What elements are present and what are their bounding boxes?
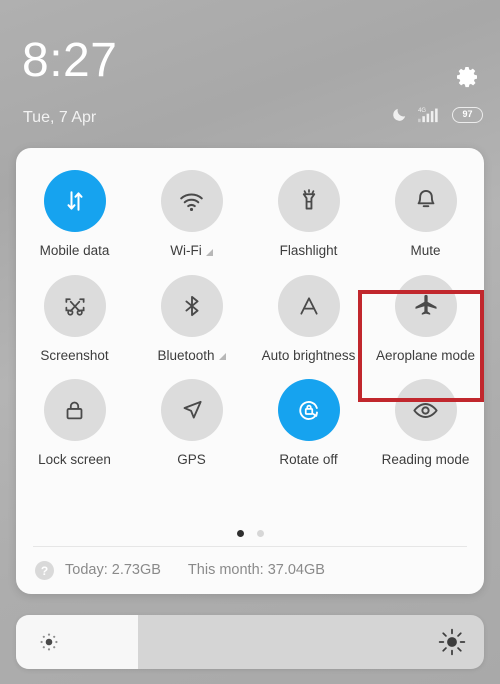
tile-icon-container [160,170,223,232]
tile-mute[interactable]: Mute [367,170,484,258]
tile-icon-container [277,274,340,337]
tile-icon-container [160,274,223,337]
tile-label-row: Mute [410,244,440,258]
chevron-expand-icon[interactable] [205,248,213,256]
tile-label-row: Rotate off [279,453,337,467]
status-header: 8:27 Tue, 7 Apr 4G 97 [0,0,500,148]
divider [33,546,467,547]
scissors-icon [64,297,85,316]
data-transfer-icon [66,191,83,211]
tile-icon-container [277,170,340,232]
battery-indicator: 97 [452,106,483,123]
tile-flashlight[interactable]: Flashlight [250,170,367,258]
letter-a-icon [299,296,318,315]
brightness-slider-fill [16,615,138,669]
tile-label-row: Mobile data [40,244,110,258]
network-type-label: 4G [418,108,426,114]
brightness-high-icon [438,628,466,656]
tile-auto-brightness[interactable]: Auto brightness [250,274,367,363]
flashlight-icon [302,189,315,210]
tile-icon-container [394,379,457,441]
tile-label-row: Aeroplane mode [375,347,476,363]
data-usage-month: This month: 37.04GB [187,562,325,579]
tile-icon-container [43,274,106,337]
tile-label: GPS [177,452,206,467]
tile-mobile-data[interactable]: Mobile data [16,170,133,258]
tile-reading-mode[interactable]: Reading mode [367,379,484,467]
brightness-low-icon [37,630,61,654]
chevron-expand-icon[interactable] [218,353,226,361]
tile-screenshot[interactable]: Screenshot [16,274,133,363]
tile-label: Mobile data [39,243,110,258]
tile-label-row: Wi-Fi [170,243,213,258]
tile-label: Rotate off [279,452,338,467]
data-usage-row: ? Today: 2.73GB This month: 37.04GB [35,561,325,580]
tile-aeroplane-mode[interactable]: Aeroplane mode [367,274,484,363]
tile-label: Flashlight [279,243,338,258]
page-dot-2[interactable] [256,530,264,537]
tile-gps[interactable]: GPS [133,379,250,467]
tile-wifi[interactable]: Wi-Fi [133,170,250,258]
tile-label-row: Screenshot [40,347,109,363]
tile-label-row: Lock screen [38,453,111,467]
tile-label-row: Flashlight [280,244,338,258]
tile-icon-container [277,379,340,441]
clock-time: 8:27 [22,34,118,87]
bluetooth-icon [184,295,199,316]
tile-bluetooth[interactable]: Bluetooth [133,274,250,363]
tile-icon-container [43,170,106,232]
quick-settings-grid: Mobile data Wi-Fi Flashlight Mute Screen… [16,170,484,467]
tile-rotate-off[interactable]: Rotate off [250,379,367,467]
tile-icon-container [160,379,223,441]
page-dot-1[interactable] [236,530,244,537]
clock-date: Tue, 7 Apr [23,109,97,126]
question-mark-icon[interactable]: ? [35,561,54,580]
tile-label-row: Reading mode [382,453,470,467]
tile-label: Screenshot [40,347,109,363]
data-usage-today: Today: 2.73GB [65,562,161,579]
moon-icon [391,106,408,123]
tile-lock-screen[interactable]: Lock screen [16,379,133,467]
wifi-icon [180,193,203,211]
signal-bars-icon: 4G [417,106,443,123]
airplane-icon [415,294,436,315]
battery-level-label: 97 [462,109,473,119]
bell-icon [417,190,434,208]
tile-label: Auto brightness [261,347,356,363]
page-indicator [16,530,484,537]
navigation-arrow-icon [183,400,202,419]
tile-label: Mute [410,243,441,258]
brightness-slider[interactable] [16,615,484,669]
tile-icon-container [43,379,106,441]
tile-label: Aeroplane mode [375,347,476,363]
rotation-lock-icon [298,401,318,420]
tile-label: Lock screen [38,452,111,467]
status-icon-tray: 4G 97 [391,106,483,123]
gear-icon[interactable] [452,62,482,92]
padlock-icon [66,401,83,419]
tile-label: Reading mode [381,452,470,467]
tile-icon-container [394,274,457,337]
tile-icon-container [394,170,457,232]
quick-settings-panel: Mobile data Wi-Fi Flashlight Mute Screen… [16,148,484,594]
eye-icon [413,402,438,418]
tile-label-row: Bluetooth [157,347,226,363]
tile-label: Wi-Fi [170,243,202,258]
tile-label: Bluetooth [157,347,215,363]
tile-label-row: Auto brightness [261,347,356,363]
tile-label-row: GPS [177,453,206,467]
